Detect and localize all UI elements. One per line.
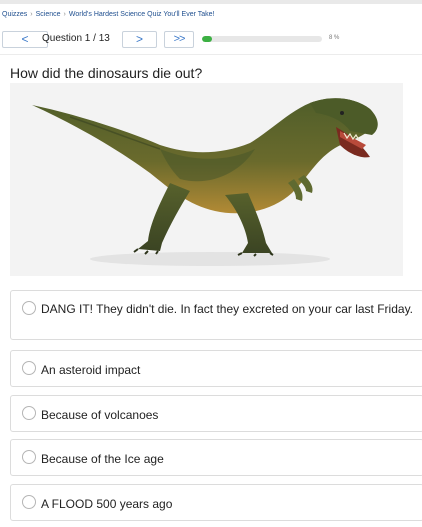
- question-title: How did the dinosaurs die out?: [10, 65, 203, 81]
- double-chevron-right-icon: >>: [173, 33, 186, 45]
- progress-bar: [202, 36, 322, 42]
- progress-bar-fill: [202, 36, 212, 42]
- next-question-button[interactable]: >: [122, 31, 157, 48]
- answer-text: DANG IT! They didn't die. In fact they e…: [41, 302, 414, 316]
- breadcrumb-separator: ›: [30, 11, 33, 18]
- top-rule: [0, 0, 422, 4]
- dinosaur-photo-icon: [10, 83, 403, 276]
- answer-text: Because of volcanoes: [41, 408, 159, 422]
- radio-button[interactable]: [22, 361, 36, 375]
- last-question-button[interactable]: >>: [164, 31, 194, 48]
- answer-option[interactable]: Because of volcanoes: [10, 395, 422, 432]
- breadcrumb-quizzes[interactable]: Quizzes: [2, 11, 27, 18]
- radio-button[interactable]: [22, 301, 36, 315]
- question-image: [10, 83, 403, 276]
- answer-option[interactable]: Because of the Ice age: [10, 439, 422, 476]
- radio-button[interactable]: [22, 495, 36, 509]
- divider: [0, 54, 422, 55]
- question-counter: Question 1 / 13: [42, 33, 110, 44]
- answer-text: A FLOOD 500 years ago: [41, 497, 173, 511]
- question-navigation: < Question 1 / 13 > >> 8 %: [2, 31, 422, 48]
- answer-text: Because of the Ice age: [41, 452, 164, 466]
- answer-option[interactable]: DANG IT! They didn't die. In fact they e…: [10, 290, 422, 340]
- answer-option[interactable]: A FLOOD 500 years ago: [10, 484, 422, 521]
- chevron-right-icon: >: [135, 32, 143, 46]
- progress-label: 8 %: [329, 35, 340, 41]
- chevron-left-icon: <: [21, 32, 29, 46]
- breadcrumb-quiz-title[interactable]: World's Hardest Science Quiz You'll Ever…: [69, 11, 215, 18]
- answer-option[interactable]: An asteroid impact: [10, 350, 422, 387]
- breadcrumb-separator: ›: [63, 11, 66, 18]
- radio-button[interactable]: [22, 406, 36, 420]
- answer-text: An asteroid impact: [41, 363, 141, 377]
- breadcrumb-science[interactable]: Science: [36, 11, 61, 18]
- breadcrumb: Quizzes › Science › World's Hardest Science …: [2, 11, 215, 18]
- radio-button[interactable]: [22, 450, 36, 464]
